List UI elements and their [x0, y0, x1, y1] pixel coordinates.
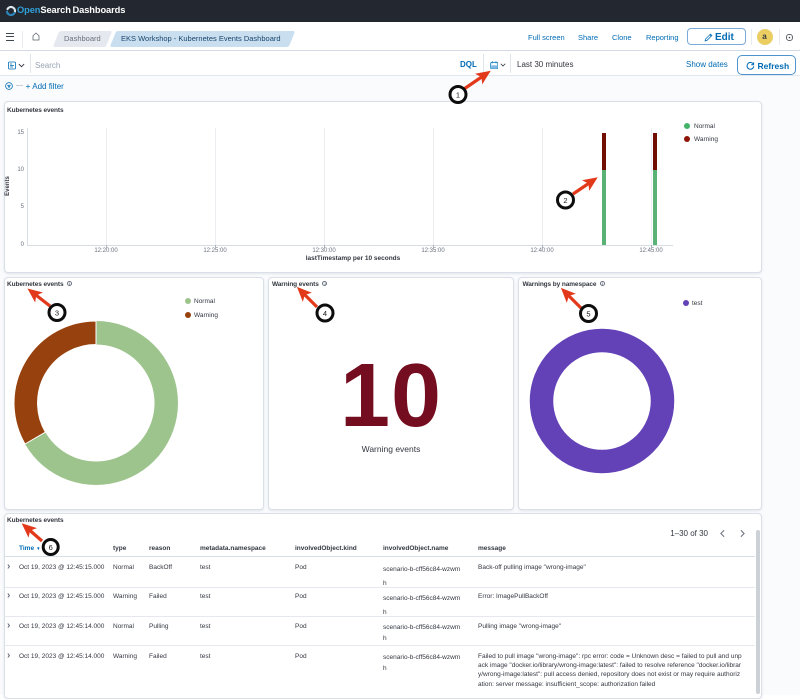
- svg-text:5: 5: [586, 310, 590, 319]
- svg-text:2: 2: [563, 196, 567, 205]
- svg-text:1: 1: [456, 91, 460, 100]
- svg-text:4: 4: [323, 309, 327, 318]
- svg-text:6: 6: [49, 543, 53, 552]
- svg-text:3: 3: [55, 309, 59, 318]
